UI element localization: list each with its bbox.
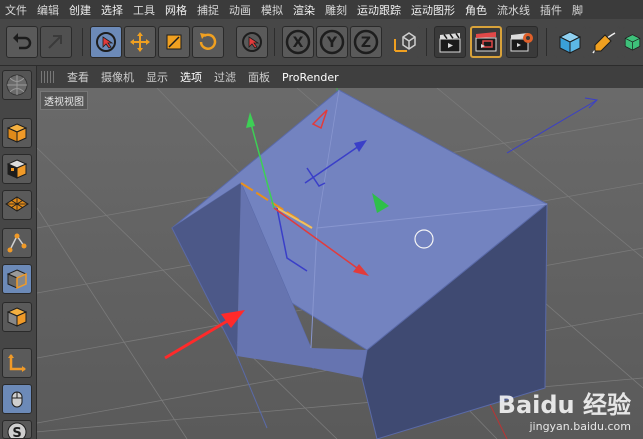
menu-edit[interactable]: 编辑 xyxy=(32,2,64,18)
polygons-mode-button[interactable] xyxy=(2,302,32,332)
subdivision-surface-button[interactable] xyxy=(622,26,643,58)
pen-spline-button[interactable] xyxy=(588,26,620,58)
edges-cube-icon xyxy=(6,269,28,290)
z-axis-icon: Z xyxy=(353,29,379,55)
move-arrows-icon xyxy=(130,32,150,52)
svg-text:Y: Y xyxy=(326,35,338,51)
menu-character[interactable]: 角色 xyxy=(460,2,492,18)
perspective-viewport[interactable]: 透视视图 Baidu 经验 jingyan.baidu.com xyxy=(37,88,643,439)
menu-simulate[interactable]: 模拟 xyxy=(256,2,288,18)
left-tool-palette: S xyxy=(0,66,37,439)
baidu-watermark: Baidu 经验 jingyan.baidu.com xyxy=(498,385,631,433)
x-axis-lock-button[interactable]: X xyxy=(282,26,314,58)
pen-icon xyxy=(592,32,616,54)
axis-corner-icon xyxy=(8,354,26,372)
cube-icon xyxy=(558,31,582,54)
workplane-mode-button[interactable] xyxy=(2,190,32,220)
checker-cube-icon xyxy=(6,159,28,179)
world-z-axis-line xyxy=(506,99,598,154)
menu-snap[interactable]: 捕捉 xyxy=(192,2,224,18)
rotate-icon xyxy=(199,33,217,50)
panel-grip-handle[interactable] xyxy=(41,71,55,83)
viewport-menu-prorender[interactable]: ProRender xyxy=(276,71,345,84)
menu-sculpt[interactable]: 雕刻 xyxy=(320,2,352,18)
viewport-menu-display[interactable]: 显示 xyxy=(140,69,174,85)
rotate-button[interactable] xyxy=(192,26,224,58)
points-icon xyxy=(7,233,27,253)
viewport-label: 透视视图 xyxy=(40,91,88,110)
viewport-menu-bar: 查看 摄像机 显示 选项 过滤 面板 ProRender xyxy=(37,66,643,88)
menu-file[interactable]: 文件 xyxy=(0,2,32,18)
menu-tools[interactable]: 工具 xyxy=(128,2,160,18)
mouse-icon xyxy=(11,391,23,408)
axis-mode-button[interactable] xyxy=(2,348,32,378)
recent-tool-button[interactable] xyxy=(236,26,268,58)
render-settings-button[interactable] xyxy=(506,26,538,58)
baidu-logo: Baidu 经验 xyxy=(497,391,631,419)
live-selection-button[interactable] xyxy=(90,26,122,58)
undo-button[interactable] xyxy=(6,26,38,58)
menu-mesh[interactable]: 网格 xyxy=(160,2,192,18)
menu-script[interactable]: 脚 xyxy=(567,2,588,18)
viewport-menu-view[interactable]: 查看 xyxy=(61,69,95,85)
globe-grid-icon xyxy=(6,74,28,96)
cube-object-icon xyxy=(6,123,28,143)
cube-primitive-button[interactable] xyxy=(554,26,586,58)
x-axis-icon: X xyxy=(285,29,311,55)
viewport-menu-panel[interactable]: 面板 xyxy=(242,69,276,85)
menu-motion-tracking[interactable]: 运动跟踪 xyxy=(352,2,406,18)
clapboard-icon xyxy=(439,32,461,53)
y-axis-lock-button[interactable]: Y xyxy=(316,26,348,58)
tweak-mode-button[interactable] xyxy=(2,384,32,414)
polygon-cube-icon xyxy=(6,307,28,327)
scale-button[interactable] xyxy=(158,26,190,58)
z-axis-lock-button[interactable]: Z xyxy=(350,26,382,58)
coordinate-system-button[interactable] xyxy=(388,26,420,58)
object-mode-button[interactable] xyxy=(2,118,32,148)
subdivision-icon xyxy=(624,34,641,51)
svg-text:S: S xyxy=(12,426,21,439)
texture-mode-button[interactable] xyxy=(2,154,32,184)
viewport-menu-options[interactable]: 选项 xyxy=(174,69,208,85)
render-view-button[interactable] xyxy=(434,26,466,58)
select-cursor-icon xyxy=(96,32,116,52)
clapboard-render-icon xyxy=(475,32,497,52)
menu-mograph[interactable]: 运动图形 xyxy=(406,2,460,18)
model-mode-button[interactable] xyxy=(2,70,32,100)
edges-mode-button[interactable] xyxy=(2,264,32,294)
svg-text:X: X xyxy=(293,35,304,51)
points-mode-button[interactable] xyxy=(2,228,32,258)
move-button[interactable] xyxy=(124,26,156,58)
snap-s-icon: S xyxy=(7,422,27,439)
menu-render[interactable]: 渲染 xyxy=(288,2,320,18)
main-toolbar: X Y Z xyxy=(0,19,643,66)
clapboard-gear-icon xyxy=(510,33,533,52)
svg-text:Z: Z xyxy=(361,35,371,51)
render-to-picture-viewer-button[interactable] xyxy=(470,26,502,58)
redo-arrow-icon xyxy=(48,35,62,49)
coordinate-system-icon xyxy=(394,32,416,52)
viewport-menu-filter[interactable]: 过滤 xyxy=(208,69,242,85)
snap-mode-button[interactable]: S xyxy=(2,420,32,439)
gizmo-y-arrow-icon xyxy=(246,112,255,128)
watermark-url: jingyan.baidu.com xyxy=(529,420,631,433)
menu-select[interactable]: 选择 xyxy=(96,2,128,18)
menu-animate[interactable]: 动画 xyxy=(224,2,256,18)
select-cursor-icon xyxy=(242,32,262,52)
grid-plane-icon xyxy=(5,196,29,212)
y-axis-icon: Y xyxy=(319,29,345,55)
viewport-menu-camera[interactable]: 摄像机 xyxy=(95,69,140,85)
main-menu-bar: 文件 编辑 创建 选择 工具 网格 捕捉 动画 模拟 渲染 雕刻 运动跟踪 运动… xyxy=(0,0,643,19)
scale-icon xyxy=(166,34,182,50)
undo-arrow-icon xyxy=(13,33,32,50)
menu-plugins[interactable]: 插件 xyxy=(535,2,567,18)
redo-button[interactable] xyxy=(40,26,72,58)
menu-pipeline[interactable]: 流水线 xyxy=(492,2,535,18)
menu-create[interactable]: 创建 xyxy=(64,2,96,18)
